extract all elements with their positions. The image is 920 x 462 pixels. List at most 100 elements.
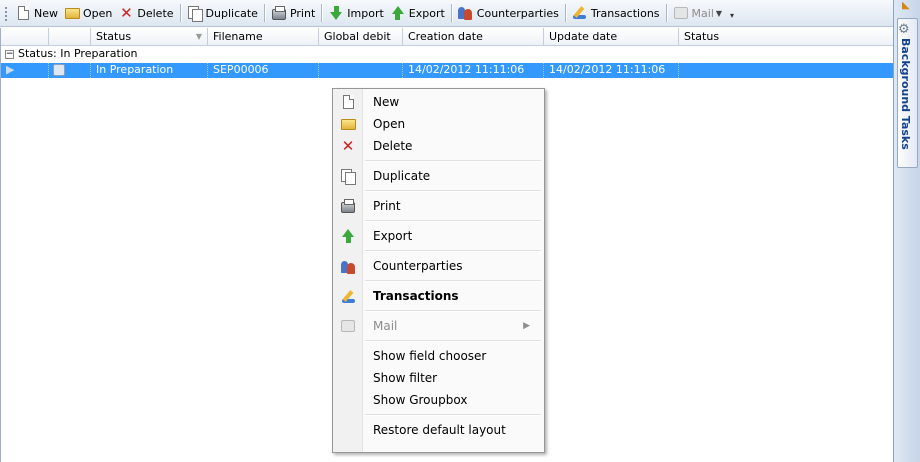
menu-separator [333, 411, 544, 419]
menu-item-delete-label: Delete [373, 139, 413, 153]
column-header-status[interactable]: Status ▼ [91, 28, 208, 46]
column-header-global-debit-label: Global debit [324, 30, 391, 43]
menu-item-export[interactable]: Export [333, 225, 544, 247]
panel-pin-icon[interactable]: ◣ [902, 0, 910, 11]
submenu-arrow-icon: ▶ [523, 321, 530, 331]
toolbar-separator [665, 4, 667, 22]
toolbar-transactions-button[interactable]: Transactions [569, 2, 663, 24]
new-document-icon [15, 5, 31, 21]
duplicate-icon [187, 5, 203, 22]
menu-item-open[interactable]: Open [333, 113, 544, 135]
header-indicator-cell [1, 28, 49, 46]
filter-icon[interactable]: ▼ [196, 28, 202, 45]
toolbar-grip[interactable] [4, 5, 8, 21]
menu-item-open-label: Open [373, 117, 406, 131]
column-header-status-2-label: Status [684, 30, 720, 43]
toolbar-overflow-button[interactable]: ▾ [727, 6, 737, 20]
overflow-chevron-icon: ▾ [730, 11, 735, 20]
row-expand-arrow-icon[interactable]: ▶ [1, 63, 49, 78]
column-header-status-label: Status [96, 30, 132, 43]
counterparties-icon [457, 5, 474, 21]
collapse-icon[interactable]: − [5, 49, 14, 59]
printer-icon [271, 5, 287, 21]
menu-item-export-label: Export [373, 229, 413, 243]
row-icon-cell [49, 63, 91, 78]
toolbar-mail-label: Mail [691, 6, 714, 20]
toolbar-export-button[interactable]: Export [387, 2, 448, 24]
cell-status: In Preparation [91, 63, 208, 78]
toolbar-open-label: Open [83, 6, 113, 20]
menu-item-restore-default-layout-label: Restore default layout [373, 423, 506, 437]
toolbar-print-button[interactable]: Print [268, 2, 318, 24]
column-header-creation-date-label: Creation date [408, 30, 483, 43]
toolbar-open-button[interactable]: Open [61, 2, 115, 24]
toolbar-new-button[interactable]: New [12, 2, 61, 24]
toolbar-mail-button[interactable]: Mail ▼ [670, 2, 726, 24]
chevron-down-icon[interactable]: ▼ [716, 9, 722, 18]
toolbar-export-label: Export [408, 6, 445, 20]
toolbar-print-label: Print [289, 6, 316, 20]
header-icon-cell [49, 28, 91, 46]
menu-separator [333, 187, 544, 195]
column-header-filename[interactable]: Filename [208, 28, 319, 46]
side-panel: ◣ ⚙ Background Tasks [893, 0, 920, 462]
folder-open-icon [333, 113, 363, 135]
cell-filename: SEP00006 [208, 63, 319, 78]
menu-item-restore-default-layout[interactable]: Restore default layout [333, 419, 544, 441]
transactions-icon [572, 5, 588, 21]
toolbar-counterparties-button[interactable]: Counterparties [455, 2, 562, 24]
delete-x-icon: ✕ [120, 3, 133, 22]
menu-separator [333, 157, 544, 165]
duplicate-icon [333, 165, 363, 187]
menu-separator [333, 337, 544, 345]
export-arrow-icon [390, 5, 406, 21]
menu-separator [333, 247, 544, 255]
toolbar-duplicate-label: Duplicate [205, 6, 258, 20]
menu-item-show-filter-label: Show filter [373, 371, 438, 385]
toolbar-transactions-label: Transactions [590, 6, 660, 20]
menu-item-delete[interactable]: ✕ Delete [333, 135, 544, 157]
menu-separator [333, 277, 544, 285]
menu-icon-placeholder [333, 367, 363, 389]
menu-item-print[interactable]: Print [333, 195, 544, 217]
folder-open-icon [64, 5, 80, 21]
table-row[interactable]: ▶ In Preparation SEP00006 14/02/2012 11:… [1, 63, 894, 78]
menu-icon-placeholder [333, 345, 363, 367]
menu-icon-placeholder [333, 419, 363, 441]
toolbar-separator [564, 4, 566, 22]
column-header-filename-label: Filename [213, 30, 263, 43]
toolbar-duplicate-button[interactable]: Duplicate [184, 2, 261, 24]
cell-creation-date: 14/02/2012 11:11:06 [403, 63, 544, 78]
new-document-icon [333, 91, 363, 113]
menu-item-mail[interactable]: Mail ▶ [333, 315, 544, 337]
group-row[interactable]: − Status: In Preparation [1, 47, 894, 62]
menu-item-show-groupbox[interactable]: Show Groupbox [333, 389, 544, 411]
column-header-global-debit[interactable]: Global debit [319, 28, 403, 46]
menu-item-counterparties[interactable]: Counterparties [333, 255, 544, 277]
column-header-update-date[interactable]: Update date [544, 28, 679, 46]
menu-item-show-groupbox-label: Show Groupbox [373, 393, 468, 407]
menu-item-transactions[interactable]: Transactions [333, 285, 544, 307]
toolbar-separator [179, 4, 181, 22]
printer-icon [333, 195, 363, 217]
menu-item-duplicate[interactable]: Duplicate [333, 165, 544, 187]
menu-item-show-field-chooser[interactable]: Show field chooser [333, 345, 544, 367]
toolbar-import-button[interactable]: Import [325, 2, 387, 24]
menu-item-show-filter[interactable]: Show filter [333, 367, 544, 389]
toolbar-separator [450, 4, 452, 22]
cell-global-debit [319, 63, 403, 78]
column-header-status-2[interactable]: Status [679, 28, 894, 46]
cell-update-date: 14/02/2012 11:11:06 [544, 63, 679, 78]
menu-item-print-label: Print [373, 199, 401, 213]
toolbar-new-label: New [34, 6, 58, 20]
menu-item-new[interactable]: New [333, 91, 544, 113]
toolbar-counterparties-label: Counterparties [476, 6, 559, 20]
menu-item-new-label: New [373, 95, 400, 109]
delete-x-icon: ✕ [341, 136, 355, 155]
export-arrow-icon [333, 225, 363, 247]
counterparties-icon [333, 255, 363, 277]
toolbar-delete-label: Delete [137, 6, 174, 20]
toolbar-delete-button[interactable]: ✕ Delete [115, 2, 176, 24]
menu-separator [333, 307, 544, 315]
column-header-creation-date[interactable]: Creation date [403, 28, 544, 46]
